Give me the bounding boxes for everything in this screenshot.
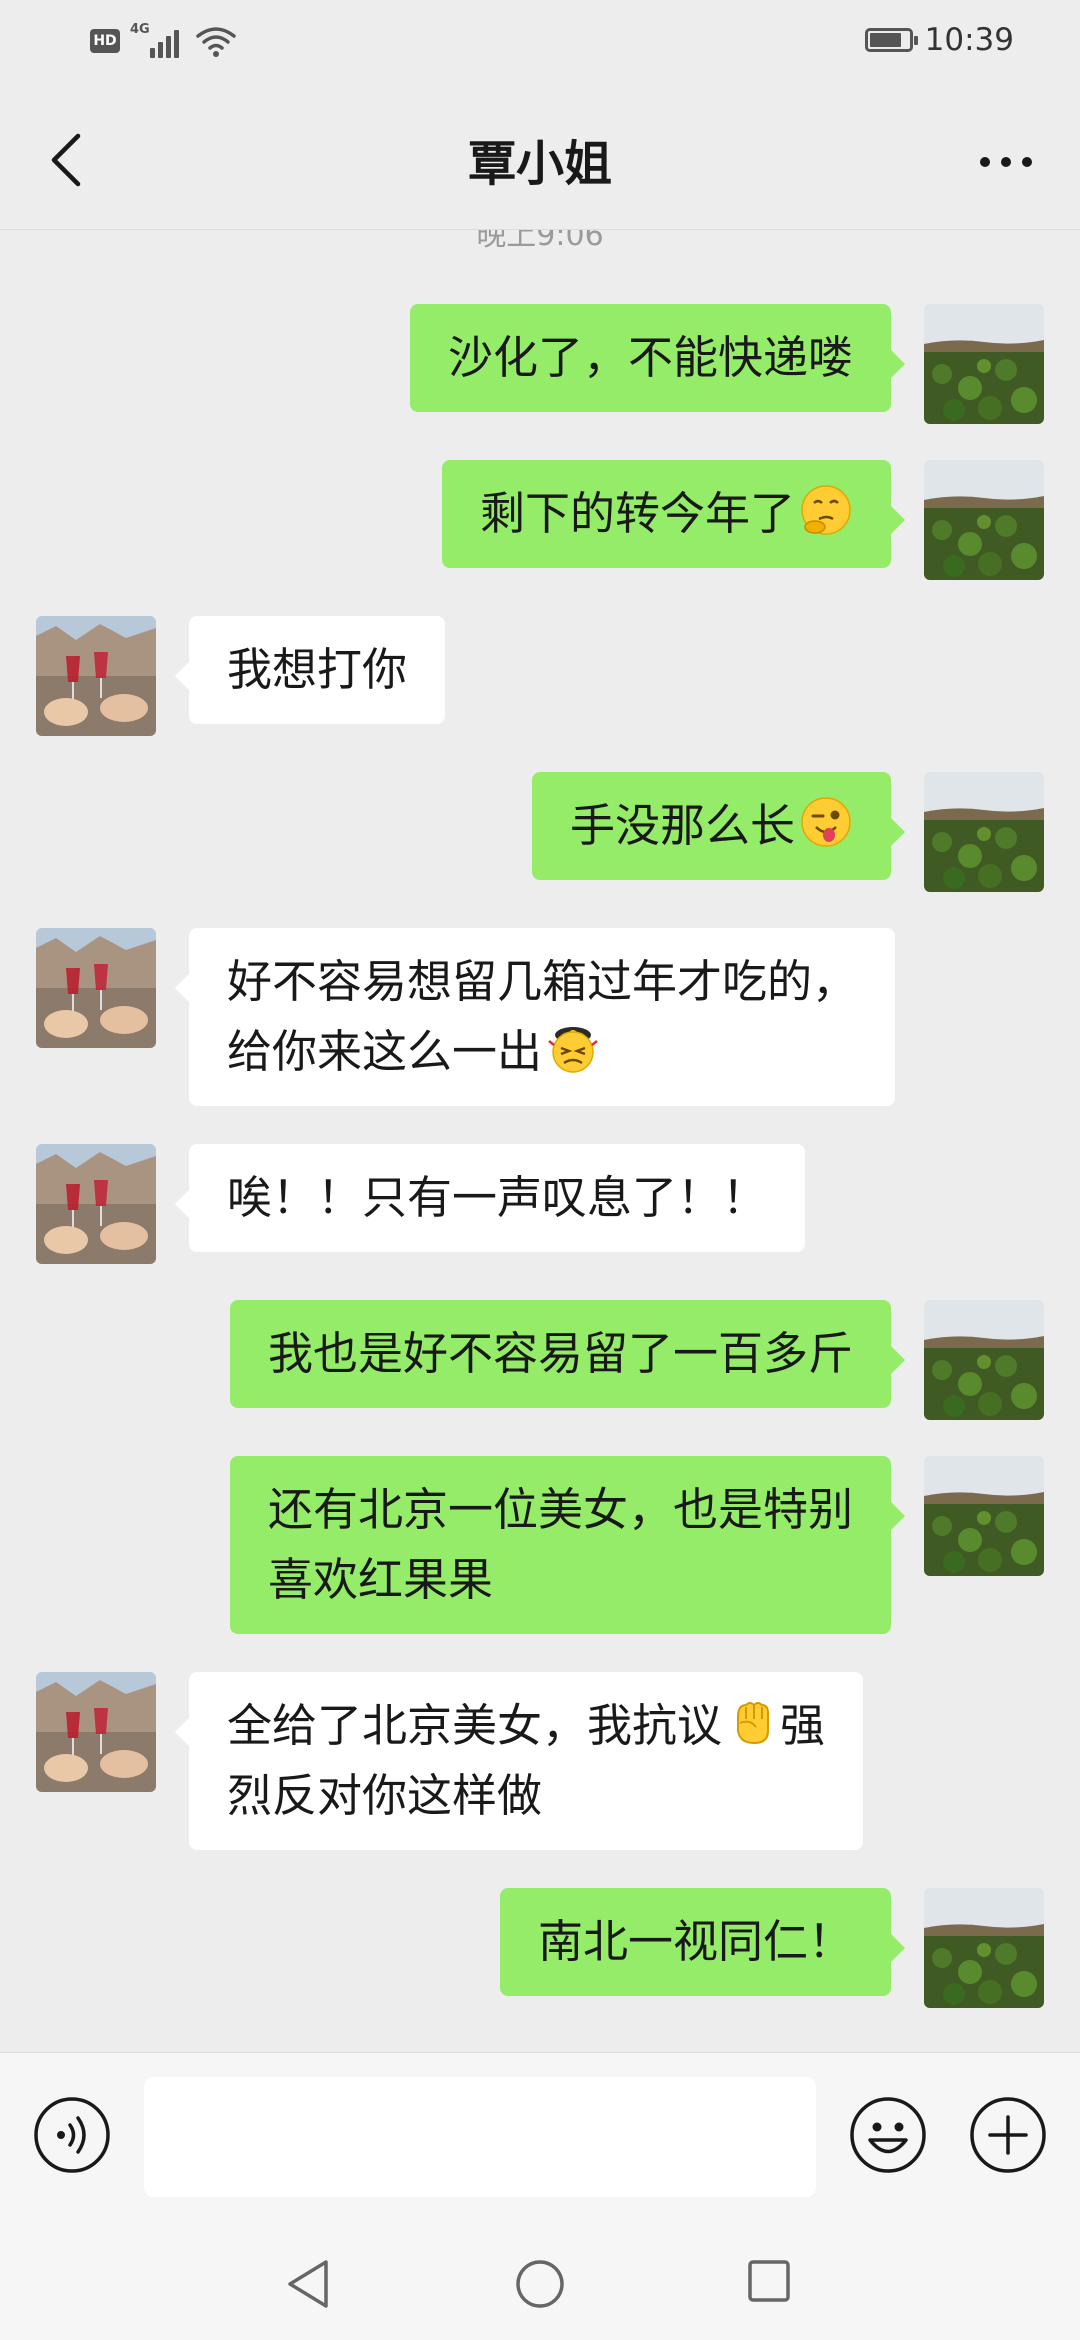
message-bubble[interactable]: 手没那么长 (531, 772, 906, 880)
contact-avatar[interactable] (36, 928, 156, 1048)
message-text: 剩下的转今年了 (480, 479, 853, 549)
my-avatar[interactable] (924, 1300, 1044, 1420)
message-text: 给你来这么一出 (227, 1017, 857, 1087)
nav-home-button[interactable] (514, 2258, 566, 2310)
system-navigation-bar (0, 2224, 1080, 2340)
more-dot-icon (980, 157, 990, 167)
battery-icon (864, 28, 918, 52)
message-text: 我也是好不容易留了一百多斤 (267, 1327, 853, 1380)
message-bubble[interactable]: 剩下的转今年了 (441, 460, 906, 568)
message-bubble[interactable]: 全给了北京美女，我抗议强烈反对你这样做 (174, 1672, 864, 1850)
my-avatar[interactable] (924, 1888, 1044, 2008)
network-type-label: 4G (130, 22, 150, 37)
message-bubble[interactable]: 好不容易想留几箱过年才吃的， 给你来这么一出 (174, 928, 896, 1106)
clock: 10:39 (924, 22, 1014, 58)
message-text: 还有北京一位美女，也是特别 (267, 1483, 853, 1536)
message-text: 沙化了，不能快递喽 (447, 331, 853, 384)
contact-avatar[interactable] (36, 1144, 156, 1264)
input-bar (0, 2052, 1080, 2224)
message-bubble[interactable]: 还有北京一位美女，也是特别 喜欢红果果 (229, 1456, 906, 1634)
more-options-button[interactable] (968, 132, 1044, 192)
contact-avatar[interactable] (36, 1672, 156, 1792)
message-bubble[interactable]: 我想打你 (174, 616, 446, 724)
message-timestamp: 晚上9:06 (476, 230, 604, 253)
my-avatar[interactable] (924, 304, 1044, 424)
message-text: 唉！！只有一声叹息了！！ (227, 1171, 768, 1224)
raised-fist-icon (726, 1695, 780, 1749)
voice-input-button[interactable] (32, 2095, 112, 2175)
message-text: 烈反对你这样做 (227, 1769, 543, 1822)
wifi-icon (196, 27, 236, 57)
more-actions-button[interactable] (968, 2095, 1048, 2175)
more-dot-icon (1001, 157, 1011, 167)
my-avatar[interactable] (924, 772, 1044, 892)
message-text: 我想打你 (227, 643, 408, 696)
message-text: 手没那么长 (570, 791, 853, 861)
status-bar: HD 4G 10:39 (0, 0, 1080, 88)
cellular-signal-icon: 4G (130, 22, 184, 58)
thinking-face-icon (799, 483, 853, 537)
chat-title: 覃小姐 (467, 136, 612, 192)
message-text: 好不容易想留几箱过年才吃的， (227, 955, 858, 1008)
message-bubble[interactable]: 唉！！只有一声叹息了！！ (174, 1144, 806, 1252)
my-avatar[interactable] (924, 460, 1044, 580)
message-bubble[interactable]: 沙化了，不能快递喽 (409, 304, 906, 412)
message-list[interactable]: 晚上9:06 沙化了，不能快递喽剩下的转今年了我想打你手没那么长好不容易想留几箱… (0, 230, 1080, 2052)
frustrated-face-icon (546, 1021, 600, 1075)
winking-tongue-face-icon (799, 795, 853, 849)
more-dot-icon (1022, 157, 1032, 167)
contact-avatar[interactable] (36, 616, 156, 736)
hd-icon: HD (90, 29, 120, 53)
chat-header: 覃小姐 (0, 88, 1080, 230)
message-bubble[interactable]: 南北一视同仁！ (499, 1888, 906, 1996)
nav-recents-button[interactable] (746, 2258, 792, 2304)
message-text: 南北一视同仁！ (537, 1915, 853, 1968)
message-text: 喜欢红果果 (267, 1553, 493, 1606)
emoji-button[interactable] (848, 2095, 928, 2175)
nav-back-button[interactable] (282, 2256, 334, 2312)
my-avatar[interactable] (924, 1456, 1044, 1576)
message-bubble[interactable]: 我也是好不容易留了一百多斤 (229, 1300, 906, 1408)
message-input[interactable] (144, 2077, 816, 2197)
message-text: 全给了北京美女，我抗议强 (227, 1691, 825, 1761)
